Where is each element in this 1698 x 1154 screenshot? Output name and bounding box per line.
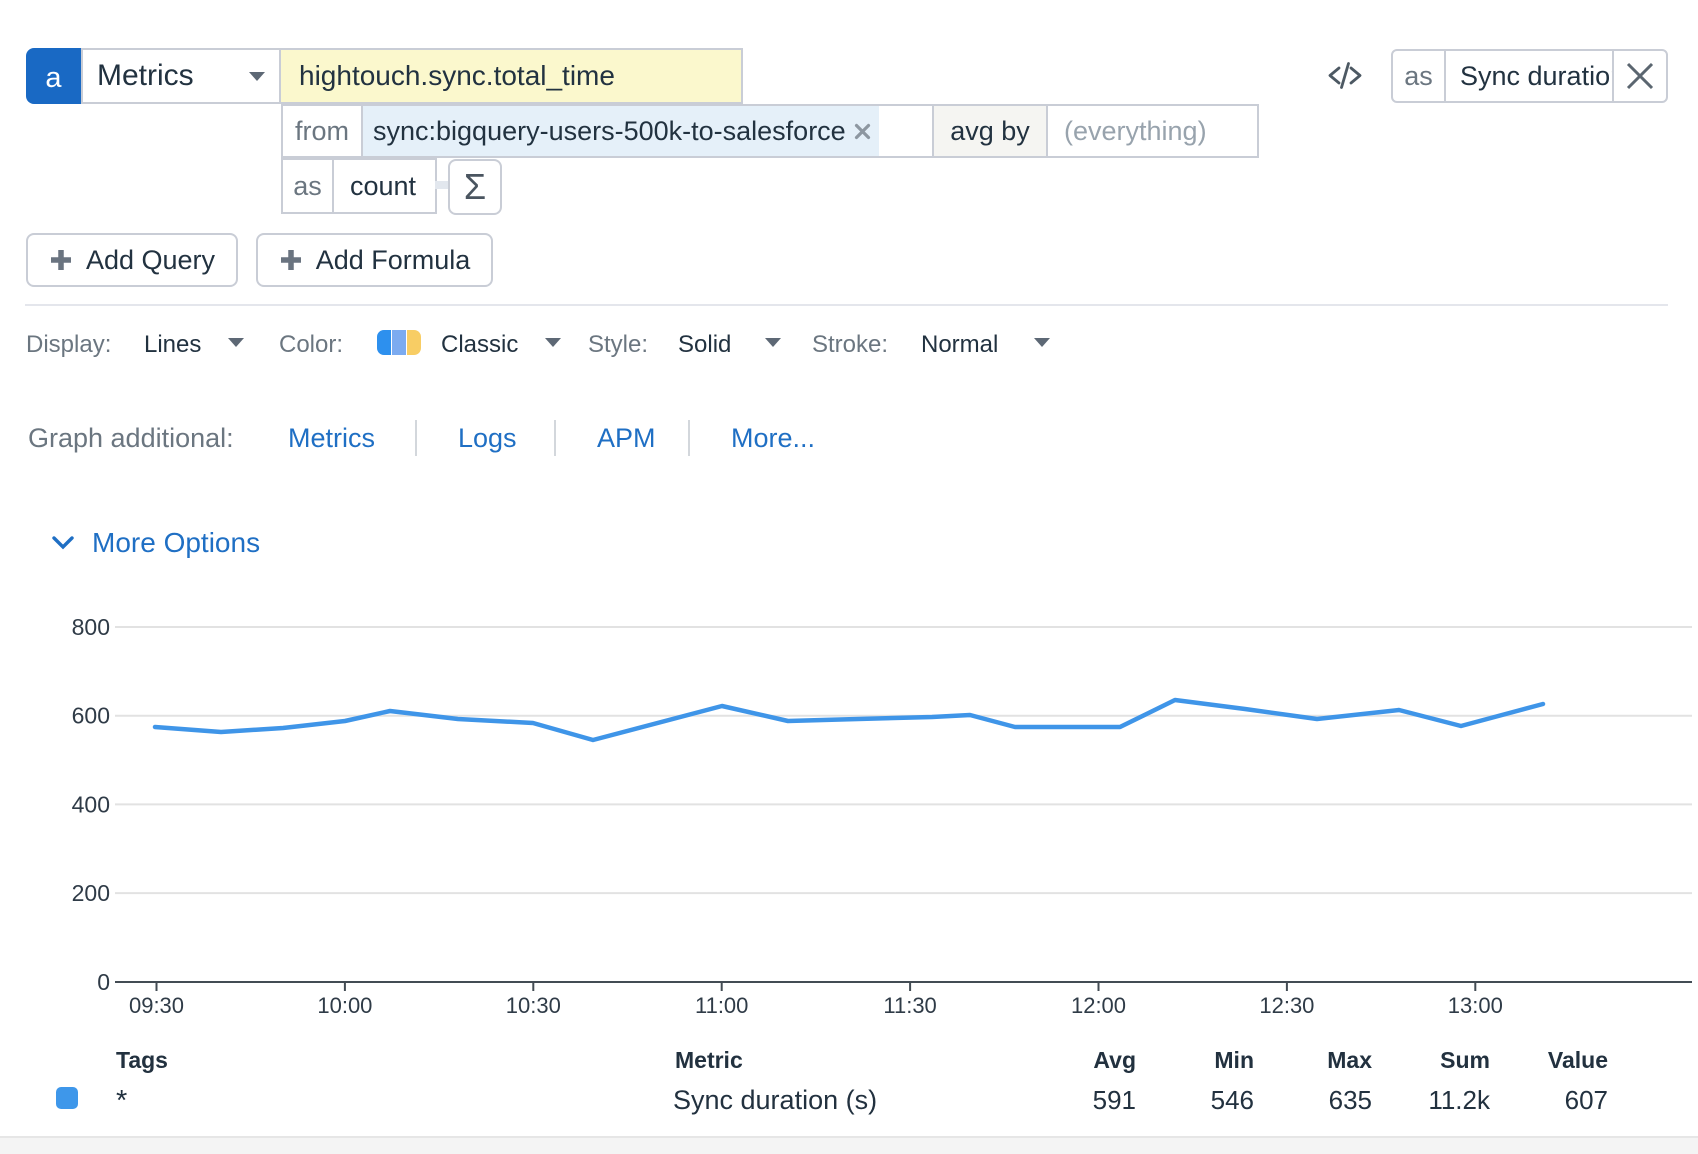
svg-text:0: 0: [97, 969, 110, 995]
svg-text:200: 200: [72, 880, 110, 906]
svg-text:12:00: 12:00: [1071, 993, 1126, 1018]
svg-text:09:30: 09:30: [129, 993, 184, 1018]
svg-text:10:00: 10:00: [317, 993, 372, 1018]
svg-text:600: 600: [72, 703, 110, 729]
svg-text:11:00: 11:00: [695, 993, 748, 1018]
svg-text:800: 800: [72, 614, 110, 640]
svg-text:400: 400: [72, 791, 110, 817]
svg-text:13:00: 13:00: [1448, 993, 1503, 1018]
svg-text:12:30: 12:30: [1259, 993, 1314, 1018]
svg-text:10:30: 10:30: [506, 993, 561, 1018]
svg-text:11:30: 11:30: [883, 993, 936, 1018]
